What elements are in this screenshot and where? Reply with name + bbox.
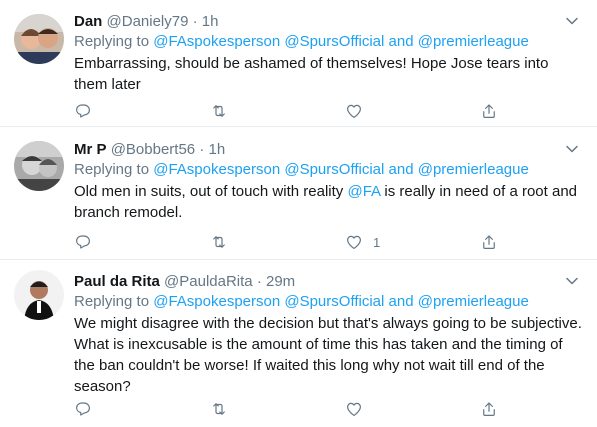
replying-to-label: Replying to (74, 161, 150, 178)
mention-and-label[interactable]: and (389, 33, 414, 50)
reply-icon (76, 402, 90, 416)
retweet-icon (213, 236, 225, 248)
separator: · (199, 141, 205, 158)
tweet-text: We might disagree with the decision but … (74, 315, 582, 395)
share-button[interactable] (480, 232, 498, 252)
timestamp[interactable]: 1h (202, 13, 219, 30)
user-handle[interactable]: @PauldaRita (164, 273, 253, 290)
mention-and-label[interactable]: and (389, 161, 414, 178)
share-button[interactable] (480, 101, 498, 121)
display-name[interactable]: Dan (74, 13, 102, 30)
replying-to: Replying to @FAspokesperson @SpursOffici… (74, 160, 585, 180)
separator: · (256, 273, 262, 290)
like-count: 1 (373, 234, 381, 250)
like-button[interactable] (345, 101, 373, 121)
mention-link[interactable]: @premierleague (418, 293, 529, 310)
like-icon (347, 104, 361, 118)
like-icon (347, 402, 361, 416)
tweet-actions (74, 101, 514, 121)
reply-icon (76, 235, 90, 249)
tweet[interactable]: Paul da Rita @PauldaRita · 29m Replying … (0, 260, 597, 427)
tweet-text: Old men in suits, out of touch with real… (74, 181, 585, 223)
mention-link[interactable]: @FAspokesperson (153, 161, 280, 178)
tweet-text-part: Old men in suits, out of touch with real… (74, 183, 348, 200)
mention-link[interactable]: @premierleague (418, 33, 529, 50)
retweet-button[interactable] (210, 399, 228, 419)
tweet-header: Dan @Daniely79 · 1h (74, 12, 585, 32)
share-icon (483, 402, 495, 416)
replying-to: Replying to @FAspokesperson @SpursOffici… (74, 292, 585, 312)
chevron-down-icon[interactable] (565, 274, 579, 288)
retweet-icon (213, 105, 225, 117)
share-button[interactable] (480, 399, 498, 419)
retweet-icon (213, 403, 225, 415)
replying-to: Replying to @FAspokesperson @SpursOffici… (74, 32, 585, 52)
tweet-actions (74, 399, 514, 419)
like-button[interactable] (345, 399, 373, 419)
share-icon (483, 235, 495, 249)
timestamp[interactable]: 29m (266, 273, 295, 290)
chevron-down-icon[interactable] (565, 142, 579, 156)
tweet[interactable]: Mr P @Bobbert56 · 1h Replying to @FAspok… (0, 127, 597, 260)
timestamp[interactable]: 1h (208, 141, 225, 158)
tweet-actions: 1 (74, 232, 514, 252)
replying-to-label: Replying to (74, 293, 150, 310)
mention-link[interactable]: @FAspokesperson (153, 33, 280, 50)
mention-and-label[interactable]: and (389, 293, 414, 310)
mention-link[interactable]: @FA (347, 183, 380, 200)
tweet[interactable]: Dan @Daniely79 · 1h Replying to @FAspoke… (0, 0, 597, 127)
reply-button[interactable] (74, 101, 92, 121)
mention-link[interactable]: @SpursOfficial (284, 293, 384, 310)
replying-to-label: Replying to (74, 33, 150, 50)
reply-feed: Dan @Daniely79 · 1h Replying to @FAspoke… (0, 0, 597, 427)
mention-link[interactable]: @SpursOfficial (284, 33, 384, 50)
avatar[interactable] (14, 141, 64, 191)
user-handle[interactable]: @Bobbert56 (111, 141, 195, 158)
separator: · (192, 13, 198, 30)
like-icon (347, 235, 361, 249)
display-name[interactable]: Paul da Rita (74, 273, 160, 290)
mention-link[interactable]: @FAspokesperson (153, 293, 280, 310)
tweet-header: Paul da Rita @PauldaRita · 29m (74, 272, 585, 292)
reply-icon (76, 104, 90, 118)
reply-button[interactable] (74, 232, 92, 252)
user-handle[interactable]: @Daniely79 (107, 13, 189, 30)
mention-link[interactable]: @premierleague (418, 161, 529, 178)
chevron-down-icon[interactable] (565, 14, 579, 28)
avatar[interactable] (14, 270, 64, 320)
mention-link[interactable]: @SpursOfficial (284, 161, 384, 178)
share-icon (483, 104, 495, 118)
reply-button[interactable] (74, 399, 92, 419)
display-name[interactable]: Mr P (74, 141, 107, 158)
tweet-text: Embarrassing, should be ashamed of thems… (74, 55, 549, 93)
like-button[interactable]: 1 (345, 232, 380, 252)
avatar[interactable] (14, 14, 64, 64)
retweet-button[interactable] (210, 232, 228, 252)
tweet-header: Mr P @Bobbert56 · 1h (74, 140, 585, 160)
retweet-button[interactable] (210, 101, 228, 121)
